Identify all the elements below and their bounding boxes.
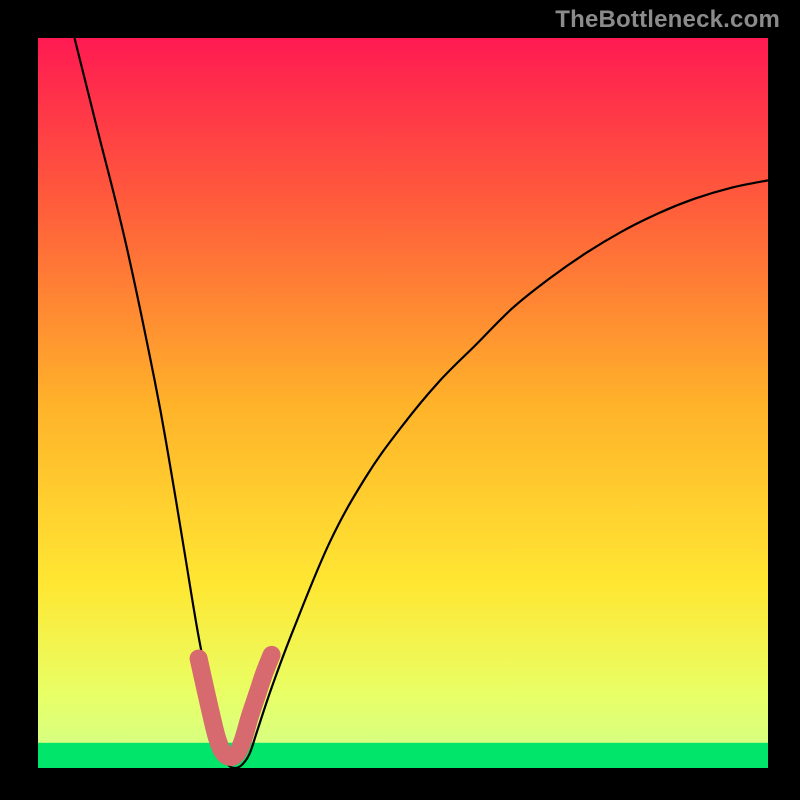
bottleneck-chart [0,0,800,800]
watermark-text: TheBottleneck.com [555,6,780,34]
chart-frame: TheBottleneck.com [0,0,800,800]
plot-background [38,38,768,768]
